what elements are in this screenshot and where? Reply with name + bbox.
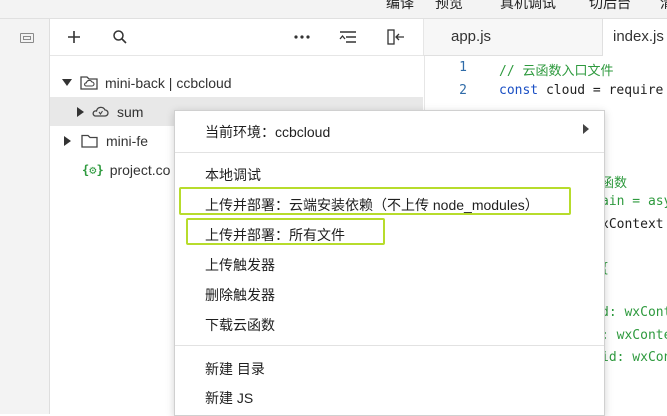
editor-tabs: app.js index.js bbox=[423, 19, 667, 56]
tree-item-mini-back[interactable]: mini-back | ccbcloud bbox=[50, 68, 423, 97]
menu-item-new-folder[interactable]: 新建 目录 bbox=[205, 359, 265, 379]
clear-button[interactable]: 清 bbox=[660, 0, 667, 13]
code-fragment: : wxConte bbox=[601, 328, 667, 343]
explorer-toolbar bbox=[50, 19, 423, 56]
menu-item-download-function[interactable]: 下载云函数 bbox=[205, 315, 275, 335]
code-fragment: xContext bbox=[601, 217, 664, 232]
window-icon[interactable] bbox=[20, 33, 34, 43]
code-fragment: ain = asy bbox=[601, 194, 667, 209]
tree-item-label: mini-back | ccbcloud bbox=[105, 74, 232, 91]
chevron-down-icon[interactable] bbox=[62, 79, 72, 86]
menu-divider bbox=[175, 345, 604, 346]
highlight-box bbox=[186, 218, 385, 245]
top-menu-bar: 编译 预览 真机调试 切后台 清 bbox=[0, 0, 667, 19]
chevron-right-icon[interactable] bbox=[77, 106, 84, 117]
chevron-right-icon[interactable] bbox=[64, 135, 71, 146]
background-button[interactable]: 切后台 bbox=[589, 0, 631, 13]
tree-item-label: mini-fe bbox=[106, 132, 149, 149]
preview-button[interactable]: 预览 bbox=[435, 0, 463, 13]
tab-index-js[interactable]: index.js bbox=[602, 19, 667, 56]
line-number: 2 bbox=[459, 83, 467, 98]
tree-item-label: project.co bbox=[109, 161, 171, 178]
collapse-all-icon[interactable] bbox=[338, 27, 358, 47]
highlight-box bbox=[179, 187, 571, 215]
activity-bar bbox=[0, 19, 50, 414]
code-line: const cloud = require bbox=[499, 83, 664, 98]
code-fragment: d: wxCont bbox=[601, 305, 667, 320]
folder-icon bbox=[81, 134, 98, 148]
compile-button[interactable]: 编译 bbox=[386, 0, 414, 13]
code-fragment: id: wxCon bbox=[601, 350, 667, 365]
search-icon[interactable] bbox=[110, 27, 130, 47]
line-number: 1 bbox=[459, 60, 467, 75]
menu-item-delete-trigger[interactable]: 删除触发器 bbox=[205, 285, 275, 305]
menu-item-upload-trigger[interactable]: 上传触发器 bbox=[205, 255, 275, 275]
tab-app-js[interactable]: app.js bbox=[441, 19, 501, 55]
menu-divider bbox=[175, 152, 604, 153]
chevron-right-icon bbox=[583, 124, 589, 134]
menu-item-new-js[interactable]: 新建 JS bbox=[205, 388, 253, 408]
remote-debug-button[interactable]: 真机调试 bbox=[500, 0, 556, 13]
cloud-function-icon bbox=[91, 105, 109, 118]
more-icon[interactable] bbox=[292, 27, 312, 47]
toggle-panel-icon[interactable] bbox=[386, 27, 406, 47]
tree-item-label: sum bbox=[117, 103, 144, 120]
json-file-icon: {⚙} bbox=[82, 162, 104, 177]
code-line: // 云函数入口文件 bbox=[499, 64, 614, 79]
menu-item-current-env[interactable]: 当前环境：ccbcloud bbox=[205, 122, 330, 142]
menu-item-local-debug[interactable]: 本地调试 bbox=[205, 165, 261, 185]
context-menu: 当前环境：ccbcloud 本地调试 上传并部署：云端安装依赖（不上传 node… bbox=[174, 110, 605, 416]
cloud-folder-icon bbox=[80, 75, 98, 90]
add-icon[interactable] bbox=[64, 27, 84, 47]
